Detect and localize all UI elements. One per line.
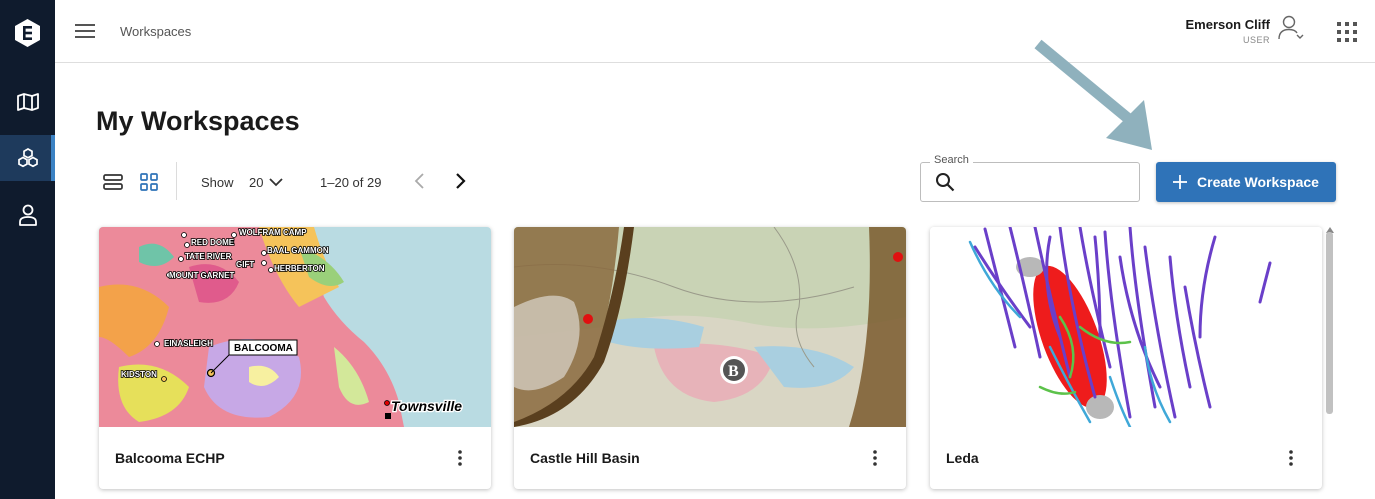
plus-icon [1173, 175, 1188, 189]
search-icon [936, 173, 955, 192]
list-view-icon[interactable] [102, 171, 124, 193]
map-label: RED DOME [191, 238, 235, 247]
map-marker-label: B [728, 363, 739, 380]
map-label: GIFT [236, 260, 254, 269]
user-name: Emerson Cliff [1185, 17, 1270, 32]
apps-grid-icon[interactable] [1337, 22, 1357, 42]
workspace-card[interactable]: B Castle Hill Basin [514, 227, 906, 489]
workspace-thumbnail: B [514, 227, 906, 427]
map-city-label: Townsville [391, 398, 462, 414]
workspace-card[interactable]: Leda [930, 227, 1322, 489]
chevron-right-icon[interactable] [450, 171, 470, 191]
breadcrumb[interactable]: Workspaces [120, 24, 191, 39]
search-label: Search [930, 154, 973, 166]
workspace-title[interactable]: Leda [946, 450, 979, 466]
side-rail [0, 0, 55, 499]
workspace-thumbnail [930, 227, 1322, 427]
chevron-left-icon[interactable] [410, 171, 430, 191]
workspaces-icon [17, 148, 38, 168]
map-label: MOUNT GARNET [169, 271, 234, 280]
page-title: My Workspaces [96, 106, 300, 136]
scrollbar-thumb[interactable] [1326, 232, 1333, 414]
workspace-card[interactable]: WOLFRAM CAMP RED DOME BAAL GAMMON TATE R… [99, 227, 491, 489]
hamburger-icon[interactable] [75, 22, 95, 40]
page-size-select[interactable]: 20 [249, 172, 284, 192]
workspace-thumbnail: WOLFRAM CAMP RED DOME BAAL GAMMON TATE R… [99, 227, 491, 427]
show-label: Show [201, 175, 234, 190]
workspace-title[interactable]: Castle Hill Basin [530, 450, 640, 466]
toolbar-divider [176, 162, 177, 200]
map-label: EINASLEIGH [164, 339, 213, 348]
map-label: WOLFRAM CAMP [239, 228, 307, 237]
annotation-arrow-icon [1034, 39, 1152, 150]
chevron-down-icon [269, 178, 284, 187]
more-vert-icon[interactable] [866, 449, 884, 467]
pagination-range: 1–20 of 29 [320, 175, 382, 190]
top-bar: Workspaces Emerson Cliff USER [55, 0, 1375, 63]
page-size-value: 20 [249, 174, 264, 190]
rail-item-workspaces[interactable] [0, 135, 55, 181]
map-icon [16, 93, 39, 111]
more-vert-icon[interactable] [451, 449, 469, 467]
create-workspace-label: Create Workspace [1197, 174, 1319, 190]
grid-view-icon[interactable] [138, 171, 160, 193]
map-callout-label: BALCOOMA [234, 343, 293, 354]
map-label: BAAL GAMMON [267, 246, 329, 255]
rail-item-map[interactable] [0, 79, 55, 125]
user-role: USER [1242, 35, 1270, 45]
map-label: TATE RIVER [185, 252, 232, 261]
create-workspace-button[interactable]: Create Workspace [1156, 162, 1336, 202]
brand-logo-icon[interactable] [15, 19, 40, 47]
rail-item-profile[interactable] [0, 192, 55, 238]
map-label: KIDSTON [121, 370, 157, 379]
map-label: HERBERTON [274, 264, 325, 273]
workspace-title[interactable]: Balcooma ECHP [115, 450, 225, 466]
search-input[interactable] [962, 168, 1132, 196]
more-vert-icon[interactable] [1282, 449, 1300, 467]
user-account-icon[interactable] [1277, 14, 1305, 42]
profile-icon [18, 204, 37, 226]
